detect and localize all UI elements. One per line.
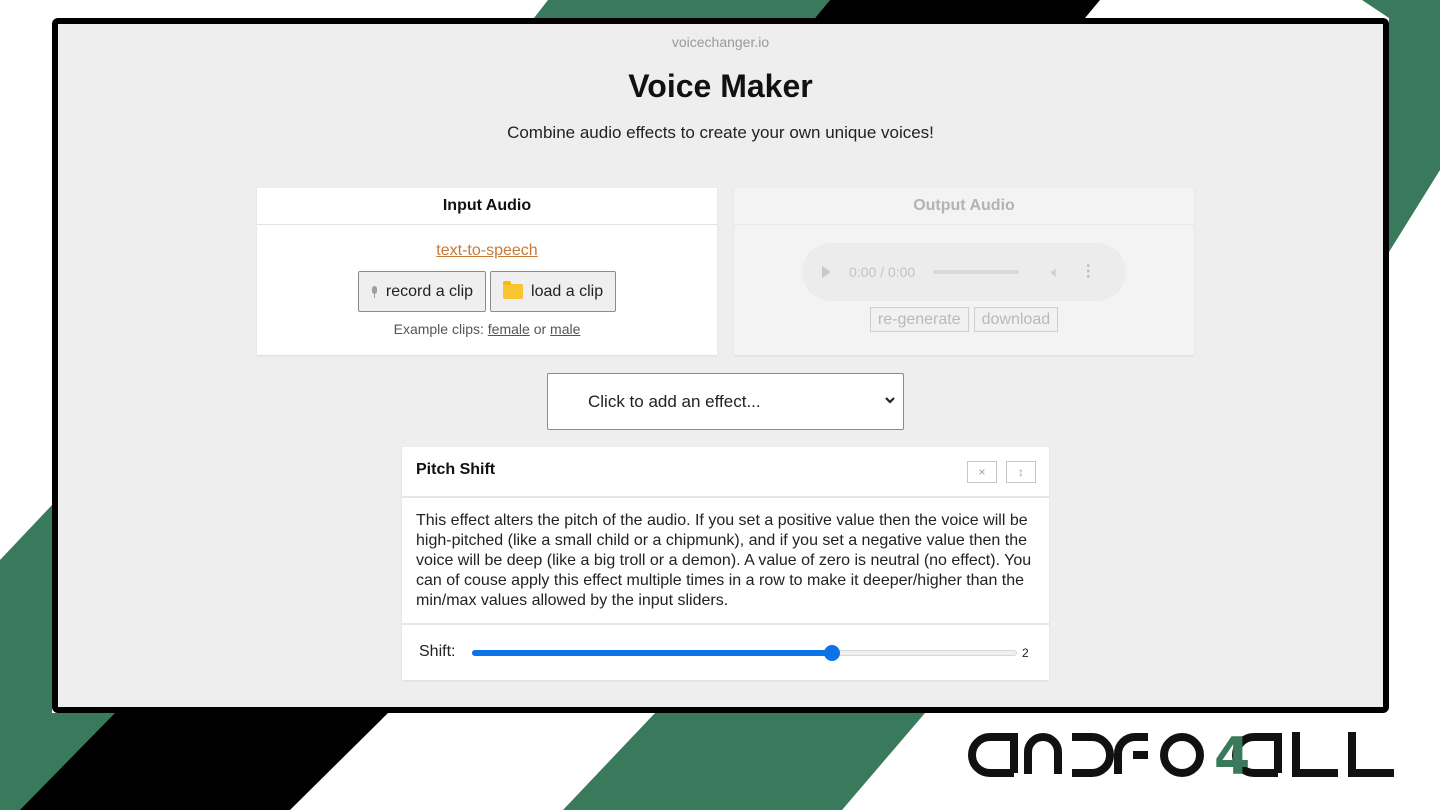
record-clip-label: record a clip (385, 282, 474, 300)
stripe-green-bottom (563, 713, 925, 810)
load-clip-label: load a clip (531, 282, 604, 300)
logo-letter-r (1114, 733, 1148, 774)
load-clip-button[interactable]: load a clip (490, 271, 617, 312)
remove-effect-button[interactable]: × (967, 461, 997, 483)
input-audio-heading: Input Audio (257, 188, 717, 225)
audio-player: 0:00 / 0:00 🔈︎ ⋮ (802, 243, 1126, 301)
drag-vertical-icon: ↕ (1018, 465, 1024, 479)
logo-letter-l2 (1348, 732, 1394, 777)
effect-title: Pitch Shift (416, 461, 496, 478)
volume-icon[interactable]: 🔈︎ (1051, 264, 1060, 281)
microphone-icon (371, 285, 378, 298)
effect-header: Pitch Shift × ↕ (402, 447, 1049, 498)
pitch-shift-effect-card: Pitch Shift × ↕ This effect alters the p… (402, 447, 1049, 680)
logo-number: 4 (1214, 728, 1250, 778)
shift-label: Shift: (419, 643, 456, 660)
output-audio-panel: Output Audio 0:00 / 0:00 🔈︎ ⋮ re-generat… (734, 188, 1194, 355)
add-effect-select[interactable]: Click to add an effect... (547, 373, 904, 430)
shift-value: 2 (1022, 646, 1029, 660)
site-domain: voicechanger.io (671, 34, 770, 50)
andro4all-logo: 4 (968, 728, 1394, 778)
examples-or: or (533, 321, 547, 337)
slider-thumb[interactable] (823, 645, 840, 661)
logo-letter-o (1160, 733, 1204, 777)
example-clips: Example clips: female or male (257, 321, 717, 337)
add-effect-selected: Click to add an effect... (588, 391, 761, 411)
input-audio-panel: Input Audio text-to-speech record a clip… (257, 188, 717, 355)
output-audio-heading: Output Audio (734, 188, 1194, 225)
chevron-down-icon (885, 397, 895, 404)
player-seek-bar[interactable] (933, 270, 1020, 274)
shift-slider[interactable] (472, 645, 1017, 661)
example-male-link[interactable]: male (550, 321, 580, 337)
page-title: Voice Maker (628, 68, 813, 104)
regenerate-button[interactable]: re-generate (869, 307, 969, 332)
page-subtitle: Combine audio effects to create your own… (507, 123, 934, 142)
effect-description: This effect alters the pitch of the audi… (416, 512, 1032, 609)
slider-fill (472, 650, 832, 656)
more-options-icon[interactable]: ⋮ (1080, 264, 1096, 280)
stripe-green-top (534, 0, 830, 18)
play-icon[interactable] (822, 266, 831, 278)
example-female-link[interactable]: female (488, 321, 530, 337)
logo-letter-d (1072, 733, 1114, 777)
stripe-black-top (815, 0, 1100, 18)
browser-page: voicechanger.io Voice Maker Combine audi… (58, 24, 1383, 707)
folder-icon (503, 281, 524, 299)
download-button[interactable]: download (973, 307, 1059, 332)
shift-control: Shift: 2 (402, 625, 1049, 680)
reorder-effect-handle[interactable]: ↕ (1006, 461, 1036, 483)
logo-letter-l1 (1292, 732, 1338, 777)
player-time: 0:00 / 0:00 (849, 264, 916, 280)
logo-letter-n (1024, 733, 1062, 774)
close-icon: × (978, 465, 986, 479)
logo-letter-a (968, 733, 1018, 777)
record-clip-button[interactable]: record a clip (357, 271, 487, 312)
text-to-speech-link[interactable]: text-to-speech (257, 242, 717, 260)
examples-prefix: Example clips: (393, 321, 484, 337)
